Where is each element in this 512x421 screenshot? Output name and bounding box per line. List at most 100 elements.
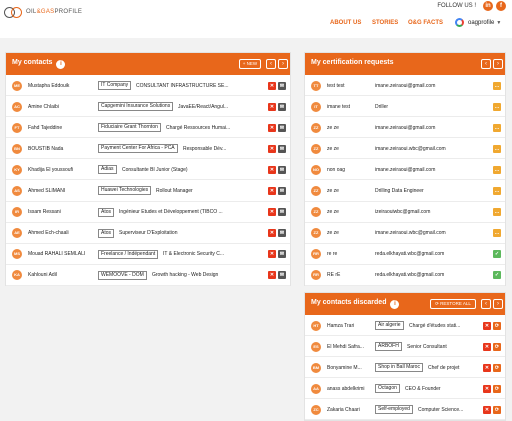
certification-row[interactable]: ZZ ze ze imane.zeiraoui.wbc@gmail.com… xyxy=(305,223,505,244)
pending-icon[interactable]: … xyxy=(493,229,501,238)
restore-icon[interactable]: ⟳ xyxy=(493,363,501,372)
delete-icon[interactable]: ✕ xyxy=(268,229,276,238)
thumbs-up-icon[interactable]: ✓ xyxy=(493,250,501,259)
discarded-name[interactable]: anass abdelkrimi xyxy=(327,386,373,392)
delete-icon[interactable]: ✕ xyxy=(268,186,276,195)
contact-row[interactable]: ME Mustapha Eddouik IT Company CONSULTANT I… xyxy=(6,75,290,97)
certification-row[interactable]: ZZ ze ze Drilling Data Engineer… xyxy=(305,180,505,202)
trash-icon[interactable]: ✕ xyxy=(483,384,491,393)
trash-icon[interactable]: ✕ xyxy=(483,363,491,372)
logo[interactable]: OIL&GASPROFILE xyxy=(4,6,82,18)
pending-icon[interactable]: … xyxy=(493,123,501,132)
discarded-row[interactable]: ES El Mehdi Safra... ARBOFH Senior Consulta… xyxy=(305,336,505,357)
previous-page-button[interactable]: ‹ xyxy=(266,59,276,69)
request-name[interactable]: non oag xyxy=(327,167,371,173)
request-name[interactable]: ze ze xyxy=(327,230,371,236)
pending-icon[interactable]: … xyxy=(493,144,501,153)
request-name[interactable]: re re xyxy=(327,251,371,257)
pending-icon[interactable]: … xyxy=(493,81,501,90)
contact-row[interactable]: FT Fahd Tajeddine Fiduciaire Grant Thornto… xyxy=(6,117,290,139)
delete-icon[interactable]: ✕ xyxy=(268,144,276,153)
trash-icon[interactable]: ✕ xyxy=(483,405,491,414)
request-name[interactable]: ze ze xyxy=(327,209,371,215)
info-icon[interactable]: i xyxy=(390,300,400,309)
delete-icon[interactable]: ✕ xyxy=(268,271,276,280)
certification-row[interactable]: IT imane test Driller… xyxy=(305,96,505,118)
message-icon[interactable]: ✉ xyxy=(278,208,286,217)
request-name[interactable]: ze ze xyxy=(327,125,371,131)
contact-name[interactable]: Amine Chlaibi xyxy=(28,104,100,110)
message-icon[interactable]: ✉ xyxy=(278,229,286,238)
contact-name[interactable]: Issam Ressani xyxy=(28,209,100,215)
certification-row[interactable]: RR re re reda.elkhayati.wbc@gmail.com ✓ xyxy=(305,244,505,265)
message-icon[interactable]: ✉ xyxy=(278,165,286,174)
contact-name[interactable]: Khadija El youssoufi xyxy=(28,167,100,173)
message-icon[interactable]: ✉ xyxy=(278,271,286,280)
delete-icon[interactable]: ✕ xyxy=(268,165,276,174)
pending-icon[interactable]: … xyxy=(493,102,501,111)
restore-icon[interactable]: ⟳ xyxy=(493,342,501,351)
next-page-button[interactable]: › xyxy=(493,299,503,309)
message-icon[interactable]: ✉ xyxy=(278,123,286,132)
discarded-row[interactable]: ZC Zakaria Chaari Self-employed Computer Sc… xyxy=(305,399,505,420)
contact-name[interactable]: Kahlouni Adil xyxy=(28,272,100,278)
discarded-name[interactable]: Bonyamine M... xyxy=(327,365,373,371)
delete-icon[interactable]: ✕ xyxy=(268,123,276,132)
contact-row[interactable]: BN BOUSTIB Nada Payment Center For Africa … xyxy=(6,138,290,160)
message-icon[interactable]: ✉ xyxy=(278,102,286,111)
delete-icon[interactable]: ✕ xyxy=(268,102,276,111)
new-contact-button[interactable]: + NEW xyxy=(239,59,261,69)
certification-row[interactable]: NO non oag imane.zeiraoui@gmail.com… xyxy=(305,159,505,181)
pending-icon[interactable]: … xyxy=(493,208,501,217)
message-icon[interactable]: ✉ xyxy=(278,186,286,195)
facebook-icon[interactable]: f xyxy=(496,1,506,11)
contact-row[interactable]: KY Khadija El youssoufi Adias Consultante B… xyxy=(6,159,290,181)
linkedin-icon[interactable]: in xyxy=(483,1,493,11)
contact-name[interactable]: BOUSTIB Nada xyxy=(28,146,100,152)
next-page-button[interactable]: › xyxy=(493,59,503,69)
next-page-button[interactable]: › xyxy=(278,59,288,69)
request-name[interactable]: test test xyxy=(327,83,371,89)
discarded-name[interactable]: Hamza Trari xyxy=(327,323,373,329)
thumbs-up-icon[interactable]: ✓ xyxy=(493,271,501,280)
contact-name[interactable]: Mustapha Eddouik xyxy=(28,83,100,89)
discarded-row[interactable]: HT Hamza Trari Air algerie Chargé d'études … xyxy=(305,315,505,336)
info-icon[interactable]: i xyxy=(56,60,66,69)
message-icon[interactable]: ✉ xyxy=(278,144,286,153)
contact-row[interactable]: AC Amine Chlaibi Capgemini Insurance Solut… xyxy=(6,96,290,118)
restore-icon[interactable]: ⟳ xyxy=(493,321,501,330)
profile-menu[interactable]: oagprofile ▼ xyxy=(455,18,501,27)
certification-row[interactable]: RR RE rE reda.elkhayati.wbc@gmail.com ✓ xyxy=(305,265,505,286)
discarded-name[interactable]: El Mehdi Safra... xyxy=(327,344,373,350)
request-name[interactable]: ze ze xyxy=(327,146,371,152)
certification-row[interactable]: ZZ ze ze izeiraouiwbc@gmail.com… xyxy=(305,202,505,223)
certification-row[interactable]: TT test test imane.zeiraoui@gmail.com… xyxy=(305,75,505,97)
previous-page-button[interactable]: ‹ xyxy=(481,299,491,309)
previous-page-button[interactable]: ‹ xyxy=(481,59,491,69)
restore-all-button[interactable]: ⟳ RESTORE ALL xyxy=(430,299,476,309)
contact-row[interactable]: IR Issam Ressani Atos Ingénieur Etudes et D… xyxy=(6,202,290,223)
nav-og-facts[interactable]: O&G FACTS xyxy=(408,20,443,26)
nav-about-us[interactable]: ABOUT US xyxy=(330,20,361,26)
delete-icon[interactable]: ✕ xyxy=(268,81,276,90)
discarded-row[interactable]: BM Bonyamine M... Shop in Ball Maroc Chef d… xyxy=(305,357,505,378)
trash-icon[interactable]: ✕ xyxy=(483,321,491,330)
restore-icon[interactable]: ⟳ xyxy=(493,405,501,414)
pending-icon[interactable]: … xyxy=(493,165,501,174)
message-icon[interactable]: ✉ xyxy=(278,81,286,90)
request-name[interactable]: imane test xyxy=(327,104,371,110)
request-name[interactable]: ze ze xyxy=(327,188,371,194)
contact-row[interactable]: AS Ahmed SLIMANI Huawei Technologies Rollou… xyxy=(6,180,290,202)
contact-name[interactable]: Fahd Tajeddine xyxy=(28,125,100,131)
certification-row[interactable]: ZZ ze ze imane.zeiraoui.wbc@gmail.com… xyxy=(305,138,505,160)
pending-icon[interactable]: … xyxy=(493,186,501,195)
certification-row[interactable]: ZZ ze ze imane.zeiraoui@gmail.com… xyxy=(305,117,505,139)
nav-stories[interactable]: STORIES xyxy=(372,20,398,26)
delete-icon[interactable]: ✕ xyxy=(268,208,276,217)
contact-name[interactable]: Ahmed Ech-chaali xyxy=(28,230,100,236)
request-name[interactable]: RE rE xyxy=(327,272,371,278)
contact-name[interactable]: Ahmed SLIMANI xyxy=(28,188,100,194)
discarded-row[interactable]: AA anass abdelkrimi Octagon CEO & Founder ✕ ⟳ xyxy=(305,378,505,399)
discarded-name[interactable]: Zakaria Chaari xyxy=(327,407,373,413)
contact-name[interactable]: Mouad RAHALI SEMLALI xyxy=(28,251,100,257)
